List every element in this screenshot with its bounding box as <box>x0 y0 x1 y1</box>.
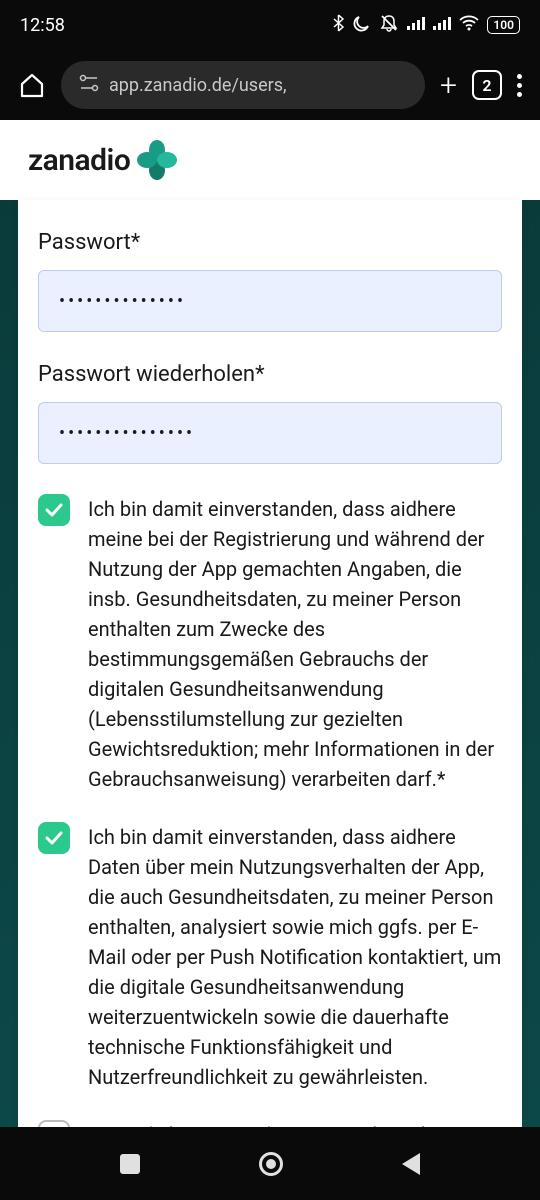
consent-text-1: Ich bin damit einverstanden, dass aidher… <box>88 494 502 794</box>
consent-text-3: Zusätzlich zur zanadio App möchte ich vo… <box>88 1120 469 1127</box>
site-settings-icon <box>79 74 99 97</box>
recents-button[interactable] <box>120 1154 140 1174</box>
consent-row: Zusätzlich zur zanadio App möchte ich vo… <box>38 1120 502 1127</box>
password-input[interactable]: •••••••••••••• <box>38 270 502 332</box>
browser-toolbar: app.zanadio.de/users, + 2 <box>0 50 540 120</box>
consent-checkbox-2[interactable] <box>38 822 70 854</box>
url-bar[interactable]: app.zanadio.de/users, <box>61 61 425 109</box>
battery-indicator: 100 <box>487 16 520 34</box>
consent-row: Ich bin damit einverstanden, dass aidher… <box>38 822 502 1092</box>
home-icon[interactable] <box>18 71 46 99</box>
status-icons: 100 <box>332 14 520 37</box>
bluetooth-icon <box>332 14 345 37</box>
back-button[interactable] <box>402 1153 420 1175</box>
clock: 12:58 <box>20 15 65 36</box>
moon-icon <box>353 14 371 37</box>
wifi-icon <box>459 15 479 36</box>
password-repeat-input[interactable]: ••••••••••••••• <box>38 402 502 464</box>
url-text: app.zanadio.de/users, <box>109 75 287 96</box>
tab-switcher[interactable]: 2 <box>472 70 502 100</box>
password-group: Passwort* •••••••••••••• <box>38 230 502 332</box>
consent-text-2: Ich bin damit einverstanden, dass aidher… <box>88 822 502 1092</box>
status-bar: 12:58 100 <box>0 0 540 50</box>
consent-checkbox-1[interactable] <box>38 494 70 526</box>
android-nav-bar <box>0 1127 540 1200</box>
password-label: Passwort* <box>38 230 502 255</box>
new-tab-icon[interactable]: + <box>440 68 457 103</box>
page-content: zanadio Passwort* •••••••••••••• Passwor… <box>0 120 540 1127</box>
password-repeat-group: Passwort wiederholen* ••••••••••••••• <box>38 362 502 464</box>
bell-mute-icon <box>379 14 399 37</box>
app-header: zanadio <box>0 120 540 200</box>
signal-icon-2 <box>433 15 451 35</box>
logo-mark-icon <box>136 139 178 181</box>
menu-icon[interactable] <box>517 74 522 97</box>
signal-icon-1 <box>407 15 425 35</box>
logo-text: zanadio <box>28 143 130 178</box>
registration-form: Passwort* •••••••••••••• Passwort wieder… <box>18 200 522 1127</box>
consent-row: Ich bin damit einverstanden, dass aidher… <box>38 494 502 794</box>
consent-checkbox-3[interactable] <box>38 1120 70 1127</box>
home-button[interactable] <box>259 1152 283 1176</box>
password-repeat-label: Passwort wiederholen* <box>38 362 502 387</box>
